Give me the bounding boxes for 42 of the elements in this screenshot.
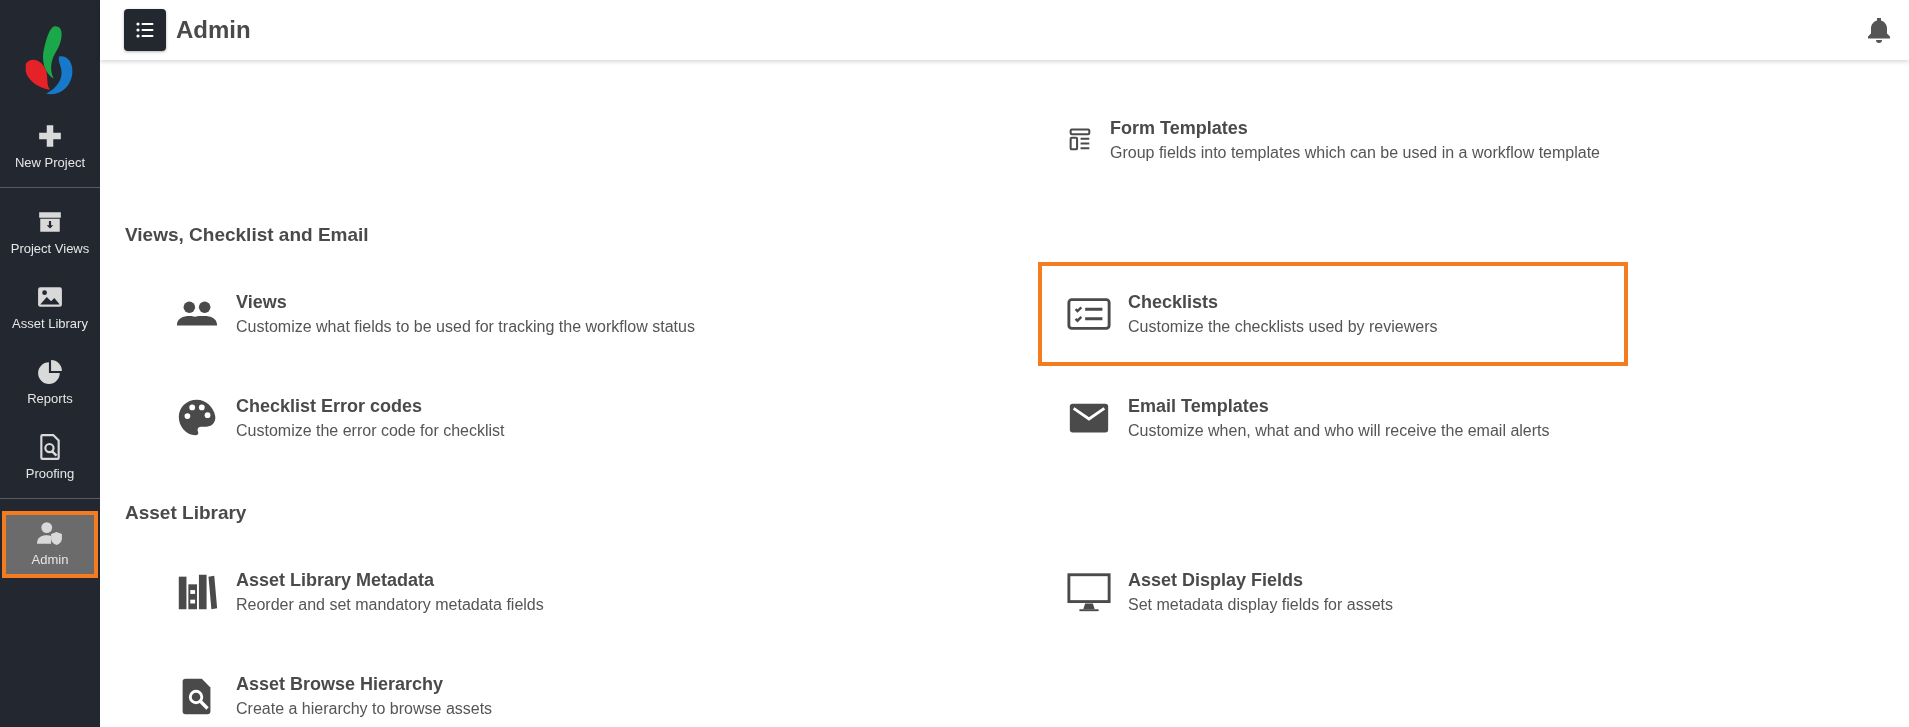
plus-icon (37, 123, 63, 149)
item-title: Checklists (1128, 292, 1220, 313)
item-description: Group fields into templates which can be used in a workflow template (1109, 144, 1600, 162)
menu-button[interactable] (124, 9, 166, 51)
item-description: Set metadata display fields for assets (1128, 596, 1394, 614)
item-description: Create a hierarchy to browse assets (236, 700, 493, 718)
section-heading: Asset Library (125, 502, 248, 524)
archive-box-icon (37, 209, 63, 235)
admin-link-item[interactable]: Checklist Error codes Customize the error code for checklist (146, 366, 1038, 470)
list-icon (135, 20, 155, 40)
admin-link-item[interactable]: Asset Library Metadata Reorder and set mandatory metadata fields (146, 540, 1038, 644)
pie-chart-icon (37, 359, 63, 385)
sidebar-item[interactable]: Admin (2, 511, 98, 578)
notification-bell-icon[interactable] (1867, 17, 1891, 43)
sidebar-item[interactable]: Project Views (2, 200, 98, 267)
item-title: Email Templates (1128, 396, 1270, 417)
image-icon (37, 284, 63, 310)
sidebar-item[interactable]: Asset Library (2, 275, 98, 342)
user-shield-icon (37, 520, 63, 546)
admin-link-item[interactable]: Views Customize what fields to be used for tracking the workflow status (146, 262, 1038, 366)
item-title: Checklist Error codes (236, 396, 424, 417)
admin-link-item[interactable]: Checklists Customize the checklists used by reviewers (1038, 262, 1628, 366)
sidebar-item[interactable]: Reports (2, 350, 98, 417)
item-description: Customize the error code for checklist (236, 422, 505, 440)
admin-link-item[interactable]: Form Templates Group fields into templates which can be used in a workflow template (1038, 88, 1628, 192)
document-search-icon (37, 434, 63, 460)
admin-link-item[interactable]: Asset Browse Hierarchy Create a hierarchy to browse assets (146, 644, 1038, 727)
item-title: Asset Library Metadata (236, 570, 436, 591)
item-description: Customize what fields to be used for tracking the workflow status (236, 318, 695, 336)
section-heading: Views, Checklist and Email (125, 224, 370, 246)
item-description: Customize when, what and who will receive the email alerts (1128, 422, 1550, 440)
item-description: Customize the checklists used by reviewers (1128, 318, 1438, 336)
page-title: Admin (176, 16, 251, 44)
sidebar-item[interactable]: New Project (2, 114, 98, 181)
item-title: Form Templates (1109, 118, 1249, 139)
item-title: Asset Display Fields (1128, 570, 1305, 591)
admin-link-item[interactable]: Asset Display Fields Set metadata display fields for assets (1038, 540, 1628, 644)
item-title: Views (236, 292, 288, 313)
admin-link-item[interactable]: Email Templates Customize when, what and who will receive the email alerts (1038, 366, 1628, 470)
sidebar-item[interactable]: Proofing (2, 425, 98, 492)
item-description: Reorder and set mandatory metadata fields (236, 596, 544, 614)
item-title: Asset Browse Hierarchy (236, 674, 445, 695)
